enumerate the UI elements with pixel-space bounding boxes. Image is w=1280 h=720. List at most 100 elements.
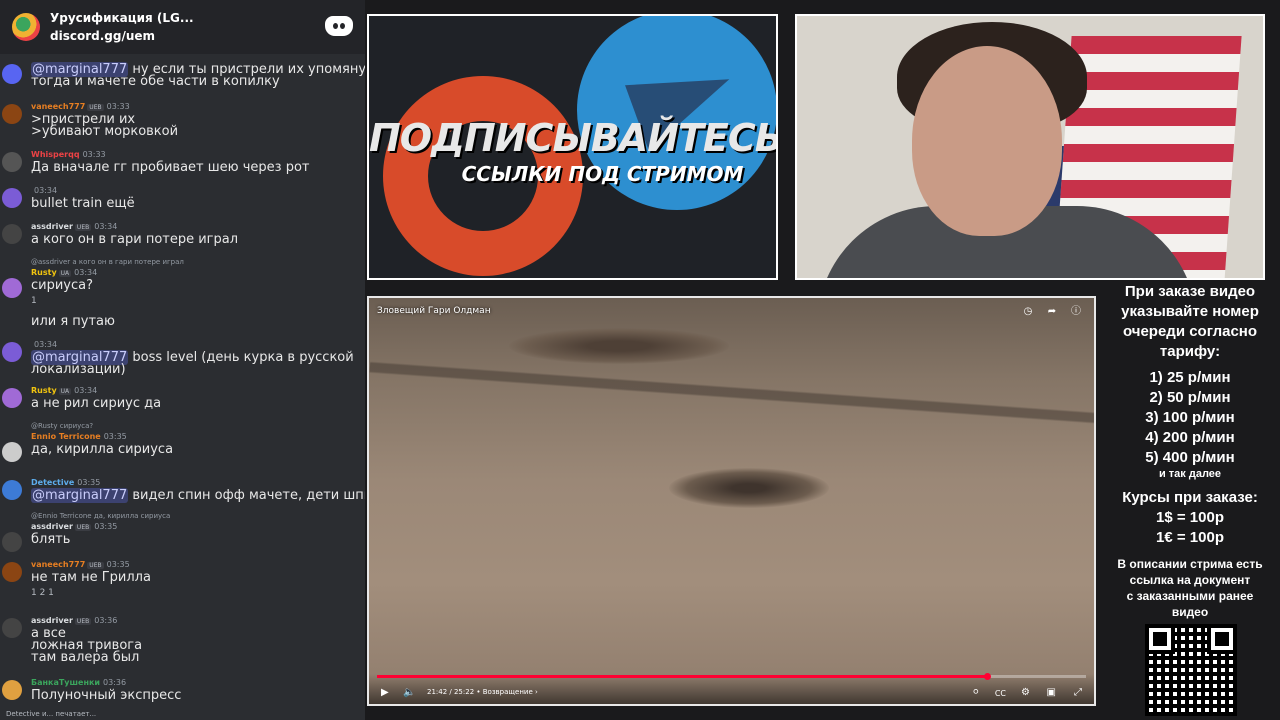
avatar[interactable] [2,532,22,552]
author-name[interactable]: Whisperqq [31,150,80,159]
message-header: Rusty UA 03:34 [31,386,97,395]
message-header: Rusty UA 03:34 [31,268,97,277]
avatar[interactable] [2,680,22,700]
avatar[interactable] [2,152,22,172]
avatar[interactable] [2,562,22,582]
message-reactions[interactable]: 1 [31,296,37,306]
video-frame-road [369,347,1094,439]
tier-1: 1) 25 р/мин [1149,369,1231,386]
message-header: vaneech777 UEB 03:33 [31,102,130,111]
avatar[interactable] [2,278,22,298]
subtitles-icon[interactable]: CC [995,689,1006,698]
avatar[interactable] [2,64,22,84]
author-name[interactable]: Rusty [31,386,57,395]
author-name[interactable]: БанкаТушенки [31,678,100,687]
chapter-title[interactable]: Возвращение [483,688,533,696]
timestamp: 03:34 [74,386,98,395]
message-text: да, кириллa сириуса [31,442,174,457]
avatar[interactable] [2,388,22,408]
chat-panel: Урусификация (LG... discord.gg/uem @marg… [0,0,365,720]
avatar[interactable] [2,104,22,124]
video-frame-crater [509,328,729,364]
message-header: assdriver UEB 03:35 [31,522,117,531]
exit-fullscreen-icon[interactable]: ⤢ [1074,687,1082,698]
qr-code [1145,624,1237,716]
promo-title: ПОДПИСЫВАЙТЕСЬ [369,116,778,160]
message-text: не там не Грилла [31,570,151,585]
reply-preview[interactable]: @assdriver а кого он в гари потере играл [31,258,184,266]
author-name[interactable]: assdriver [31,616,73,625]
info-icon[interactable]: ⓘ [1070,306,1082,318]
message-text: или я путаю [31,314,115,329]
author-name[interactable]: Rusty [31,268,57,277]
message-text: блять [31,532,71,547]
avatar[interactable] [2,480,22,500]
timestamp: 03:34 [34,340,58,349]
avatar[interactable] [2,342,22,362]
chevron-right-icon[interactable]: › [535,688,538,696]
server-title: Урусификация (LG... [50,11,194,25]
autoplay-toggle-icon[interactable]: ⚪ [972,687,980,698]
message-text: а не рил сириус да [31,396,162,411]
avatar[interactable] [2,224,22,244]
message-header: vaneech777 UEB 03:35 [31,560,130,569]
volume-icon[interactable]: 🔈 [403,687,415,698]
discord-icon [325,16,353,36]
share-icon[interactable]: ➦ [1046,306,1058,318]
video-player[interactable]: Зловещий Гари Олдман ◷ ➦ ⓘ ▶ 🔈 21:42 / 2… [367,296,1096,706]
video-title[interactable]: Зловещий Гари Олдман [377,306,491,316]
avatar[interactable] [2,618,22,638]
avatar[interactable] [2,188,22,208]
user-mention[interactable]: @marginal777 [31,488,129,503]
message-text: сириуса? [31,278,94,293]
role-badge: UEB [74,524,92,531]
message-reactions[interactable]: 1 2 1 [31,588,54,598]
role-badge: UEB [87,562,104,569]
author-name[interactable]: vaneech777 [31,560,85,569]
server-invite-link[interactable]: discord.gg/uem [50,29,194,43]
reply-preview[interactable]: @Ennio Terricone да, кирилла сириуса [31,512,170,520]
play-icon[interactable]: ▶ [381,687,389,698]
message-header: Detective 03:35 [31,478,100,487]
author-name[interactable]: assdriver [31,522,73,531]
webcam-feed [795,14,1265,280]
timestamp: 03:36 [103,678,127,687]
message-text: там валера был [31,650,140,665]
tier-2: 2) 50 р/мин [1149,389,1231,406]
settings-gear-icon[interactable]: ⚙ [1021,687,1030,698]
message-header: Whisperqq 03:33 [31,150,106,159]
timestamp: 03:35 [77,478,101,487]
avatar[interactable] [2,442,22,462]
role-badge: UEB [87,104,104,111]
rates-title: Курсы при заказе: [1122,489,1258,506]
watch-later-icon[interactable]: ◷ [1022,306,1034,318]
streamer-face [912,46,1062,236]
reply-preview[interactable]: @Rusty сириуса? [31,422,93,430]
pricing-etc: и так далее [1158,468,1222,480]
role-badge: UEB [74,618,92,625]
role-badge: UA [58,388,72,395]
tier-3: 3) 100 р/мин [1145,409,1235,426]
timestamp: 03:35 [106,560,130,569]
rate-usd: 1$ = 100р [1156,509,1224,526]
message-header: 03:34 [31,186,57,195]
author-name[interactable]: vaneech777 [31,102,85,111]
cast-icon[interactable]: ▣ [1047,687,1056,698]
timestamp: 03:34 [34,186,58,195]
progress-bar[interactable] [377,673,1086,680]
message-header: 03:34 [31,340,57,349]
timestamp: 03:33 [82,150,106,159]
message-text: @marginal777 видел спин офф мачете, дети… [31,488,365,503]
message-text: а кого он в гари потере играл [31,232,239,247]
message-text: локализации) [31,362,126,377]
message-text: тогда и мачете обе части в копилку [31,74,280,89]
message-text: bullet train ещё [31,196,135,211]
server-info: Урусификация (LG... discord.gg/uem [50,11,194,43]
author-name[interactable]: assdriver [31,222,73,231]
server-icon[interactable] [12,13,40,41]
progress-scrubber[interactable] [983,673,991,680]
message-header: assdriver UEB 03:36 [31,616,117,625]
author-name[interactable]: Detective [31,478,74,487]
timestamp: 03:36 [94,616,118,625]
author-name[interactable]: Ennio Terricone [31,432,101,441]
